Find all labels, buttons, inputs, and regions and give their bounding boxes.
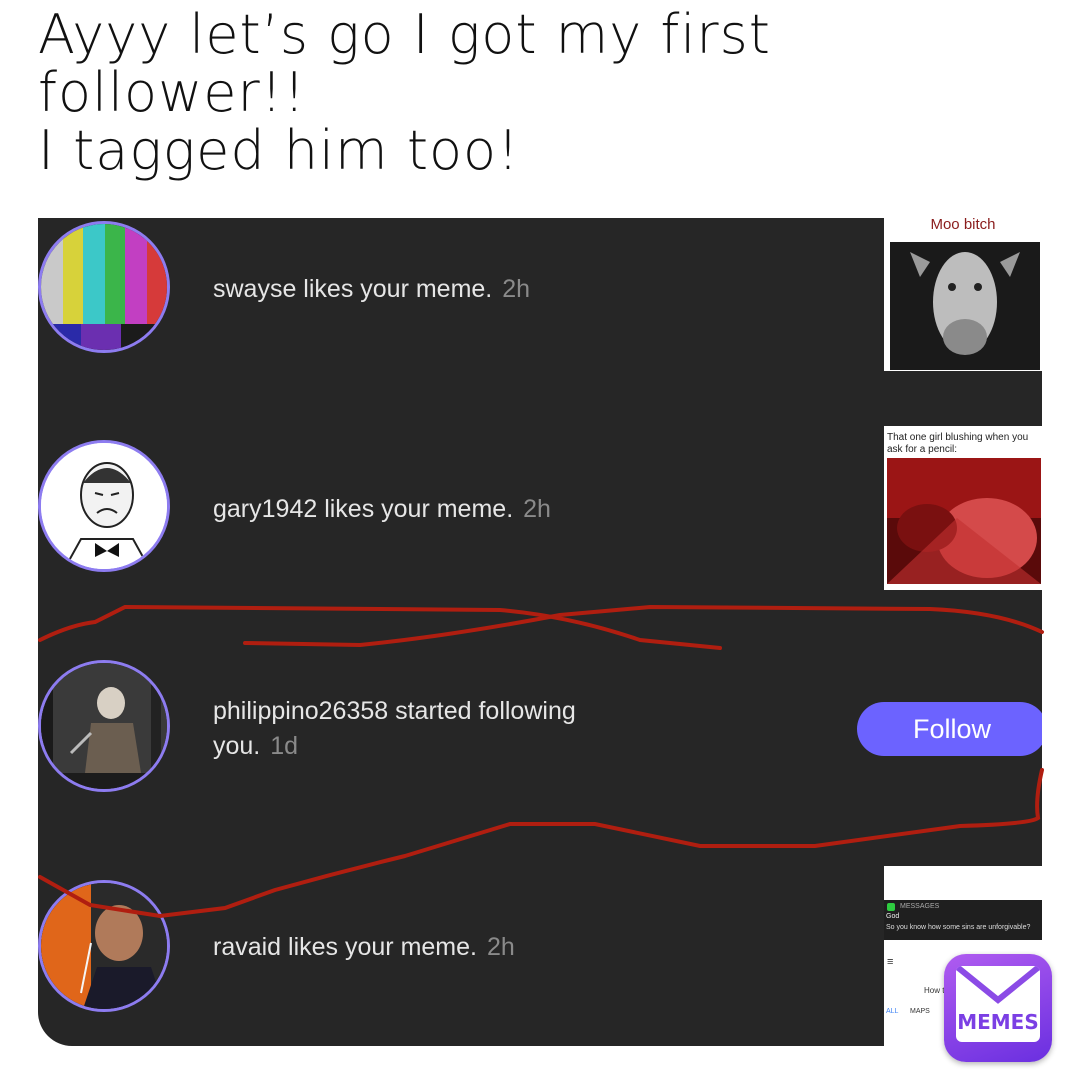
message-sender: God bbox=[886, 913, 900, 920]
search-tab-maps: MAPS bbox=[910, 1008, 930, 1015]
memes-watermark-logo: MEMES bbox=[944, 954, 1052, 1062]
envelope-icon bbox=[956, 966, 1040, 1004]
avatar-image-face-meme bbox=[41, 443, 167, 569]
notification-time: 2h bbox=[486, 933, 515, 961]
avatar[interactable] bbox=[38, 440, 170, 572]
message-body: So you know how some sins are unforgivab… bbox=[886, 924, 1031, 931]
meme-caption: Ayyy let’s go I got my first follower!! … bbox=[38, 6, 1038, 180]
notification-text: philippino26358 started following you. 1d bbox=[213, 694, 576, 764]
caption-line-1: Ayyy let’s go I got my first bbox=[38, 3, 771, 66]
avatar-image-warrior bbox=[41, 663, 167, 789]
menu-icon: ≡ bbox=[887, 956, 894, 968]
notification-message: ravaid likes your meme. bbox=[213, 933, 477, 961]
chat-bubble-icon: MEMES bbox=[956, 966, 1040, 1042]
avatar[interactable] bbox=[38, 221, 170, 353]
notification-message: swayse likes your meme. bbox=[213, 275, 493, 303]
notifications-panel: swayse likes your meme. 2h Moo bitch gary… bbox=[38, 218, 1042, 1046]
meme-thumbnail[interactable]: Moo bitch bbox=[884, 218, 1042, 371]
notification-time: 2h bbox=[523, 495, 551, 523]
messages-app-icon bbox=[887, 903, 895, 911]
caption-line-3: I tagged him too! bbox=[38, 119, 520, 182]
caption-line-2: follower!! bbox=[38, 61, 306, 124]
avatar-image-person bbox=[41, 883, 167, 1009]
notification-time: 2h bbox=[502, 275, 531, 303]
notification-text: swayse likes your meme. 2h bbox=[213, 272, 530, 307]
search-tab-all: ALL bbox=[886, 1008, 899, 1015]
notification-message: philippino26358 started following bbox=[213, 697, 576, 725]
avatar[interactable] bbox=[38, 880, 170, 1012]
meme-thumbnail[interactable]: That one girl blushing when you ask for … bbox=[884, 426, 1042, 590]
notification-text: gary1942 likes your meme. 2h bbox=[213, 492, 551, 527]
avatar-image-color-bars bbox=[41, 224, 167, 350]
follow-button[interactable]: Follow bbox=[857, 702, 1042, 756]
thumbnail-caption: That one girl blushing when you ask for … bbox=[887, 432, 1029, 455]
watermark-label: MEMES bbox=[957, 1010, 1039, 1034]
thumbnail-image-red-room bbox=[887, 458, 1041, 584]
thumbnail-image-moose bbox=[890, 242, 1040, 370]
notification-message: gary1942 likes your meme. bbox=[213, 495, 514, 523]
notification-text: ravaid likes your meme. 2h bbox=[213, 930, 515, 965]
thumbnail-caption: Moo bitch bbox=[930, 218, 996, 233]
notification-time: 1d bbox=[270, 732, 299, 760]
notification-message-cont: you. bbox=[213, 732, 261, 760]
message-notification: MESSAGES God So you know how some sins a… bbox=[884, 900, 1042, 940]
avatar[interactable] bbox=[38, 660, 170, 792]
messages-header: MESSAGES bbox=[900, 903, 940, 910]
